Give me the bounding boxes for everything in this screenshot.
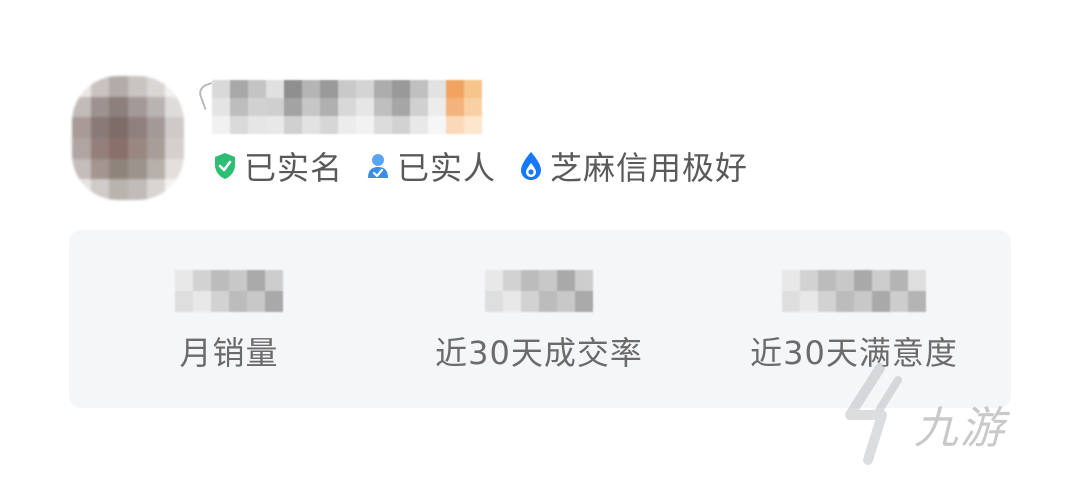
verification-label: 已实人 xyxy=(397,149,497,187)
stat-label: 近30天成交率 xyxy=(435,334,643,372)
stat-monthly-sales[interactable]: 月销量 xyxy=(159,270,299,374)
stat-label: 月销量 xyxy=(179,334,279,372)
verification-real-person: 已实人 xyxy=(365,143,496,189)
seller-profile-page: 已实名 已实人 芝麻信用极好 月销量 近30天成交率 近30天满意度 九游 xyxy=(0,0,1080,496)
stat-value-obscured xyxy=(782,270,926,312)
seller-name-obscured xyxy=(212,80,512,134)
stat-value-obscured xyxy=(485,270,593,312)
stat-30day-satisfaction[interactable]: 近30天满意度 xyxy=(744,270,964,374)
verification-label: 已实名 xyxy=(244,149,344,187)
verification-label: 芝麻信用极好 xyxy=(550,149,749,187)
verification-real-name: 已实名 xyxy=(212,143,343,189)
person-check-icon xyxy=(365,151,391,181)
stat-30day-transaction-rate[interactable]: 近30天成交率 xyxy=(429,270,649,374)
verification-zhima-credit: 芝麻信用极好 xyxy=(518,143,748,189)
avatar[interactable] xyxy=(72,76,184,200)
zhima-drop-icon xyxy=(518,151,544,181)
verification-row: 已实名 已实人 芝麻信用极好 xyxy=(212,144,770,188)
stat-value-obscured xyxy=(175,270,283,312)
watermark-text: 九游 xyxy=(914,403,1006,454)
shield-check-icon xyxy=(212,151,238,181)
